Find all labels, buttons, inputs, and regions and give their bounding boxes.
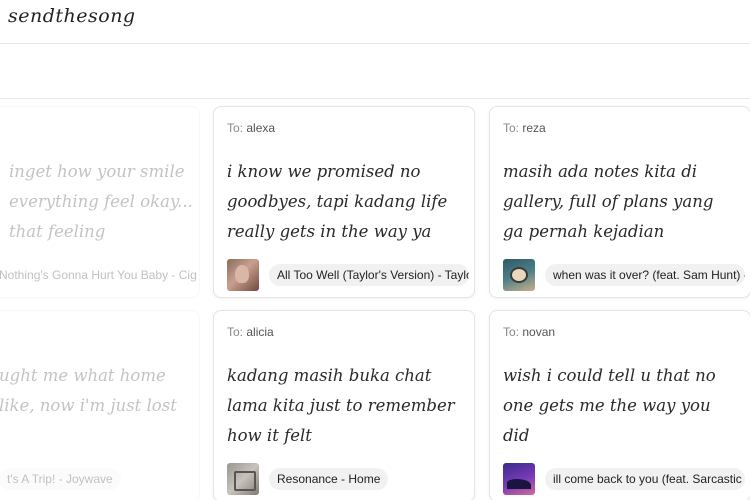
song-title: All Too Well (Taylor's Version) - Taylo bbox=[269, 264, 469, 286]
song-row[interactable]: t's A Trip! - Joywave bbox=[0, 463, 199, 495]
song-row[interactable]: All Too Well (Taylor's Version) - Taylo bbox=[227, 259, 474, 291]
song-title: ill come back to you (feat. Sarcastic S bbox=[545, 468, 745, 490]
song-title: when was it over? (feat. Sam Hunt) - bbox=[545, 264, 745, 286]
song-title: t's A Trip! - Joywave bbox=[0, 468, 121, 490]
song-row[interactable]: when was it over? (feat. Sam Hunt) - bbox=[503, 259, 750, 291]
song-row[interactable]: Resonance - Home bbox=[227, 463, 474, 495]
song-row[interactable]: ill come back to you (feat. Sarcastic S bbox=[503, 463, 750, 495]
message-card[interactable]: To: alexa i know we promised no goodbyes… bbox=[213, 106, 475, 298]
message-card[interactable]: inget how your smile everything feel oka… bbox=[0, 106, 200, 298]
album-art bbox=[227, 259, 259, 291]
message-text: masih ada notes kita di gallery, full of… bbox=[503, 162, 714, 241]
to-prefix: To: bbox=[227, 121, 244, 135]
to-prefix: To: bbox=[503, 121, 520, 135]
recipient-name: novan bbox=[522, 325, 556, 339]
album-art bbox=[227, 463, 259, 495]
message-text: kadang masih buka chat lama kita just to… bbox=[227, 366, 455, 445]
message-card[interactable]: To: reza masih ada notes kita di gallery… bbox=[489, 106, 750, 298]
recipient-name: alicia bbox=[246, 325, 274, 339]
message-text: inget how your smile everything feel oka… bbox=[9, 162, 193, 241]
song-title: Nothing's Gonna Hurt You Baby - Cig bbox=[0, 268, 197, 282]
sub-bar bbox=[0, 44, 750, 99]
message-text: i know we promised no goodbyes, tapi kad… bbox=[227, 162, 448, 241]
recipient-line: To: reza bbox=[503, 121, 546, 135]
to-prefix: To: bbox=[227, 325, 244, 339]
message-card[interactable]: ught me what home like, now i'm just los… bbox=[0, 310, 200, 500]
app-logo[interactable]: sendthesong bbox=[8, 5, 136, 27]
message-text: wish i could tell u that no one gets me … bbox=[503, 366, 716, 445]
message-card[interactable]: To: alicia kadang masih buka chat lama k… bbox=[213, 310, 475, 500]
recipient-line: To: alexa bbox=[227, 121, 275, 135]
song-title: Resonance - Home bbox=[269, 468, 389, 490]
recipient-name: alexa bbox=[246, 121, 276, 135]
top-bar: sendthesong bbox=[0, 0, 750, 44]
album-art bbox=[503, 463, 535, 495]
album-art bbox=[503, 259, 535, 291]
recipient-name: reza bbox=[522, 121, 546, 135]
message-card[interactable]: To: novan wish i could tell u that no on… bbox=[489, 310, 750, 500]
recipient-line: To: novan bbox=[503, 325, 555, 339]
song-row[interactable]: Nothing's Gonna Hurt You Baby - Cig bbox=[0, 259, 199, 291]
message-text: ught me what home like, now i'm just los… bbox=[0, 366, 177, 415]
to-prefix: To: bbox=[503, 325, 520, 339]
recipient-line: To: alicia bbox=[227, 325, 274, 339]
